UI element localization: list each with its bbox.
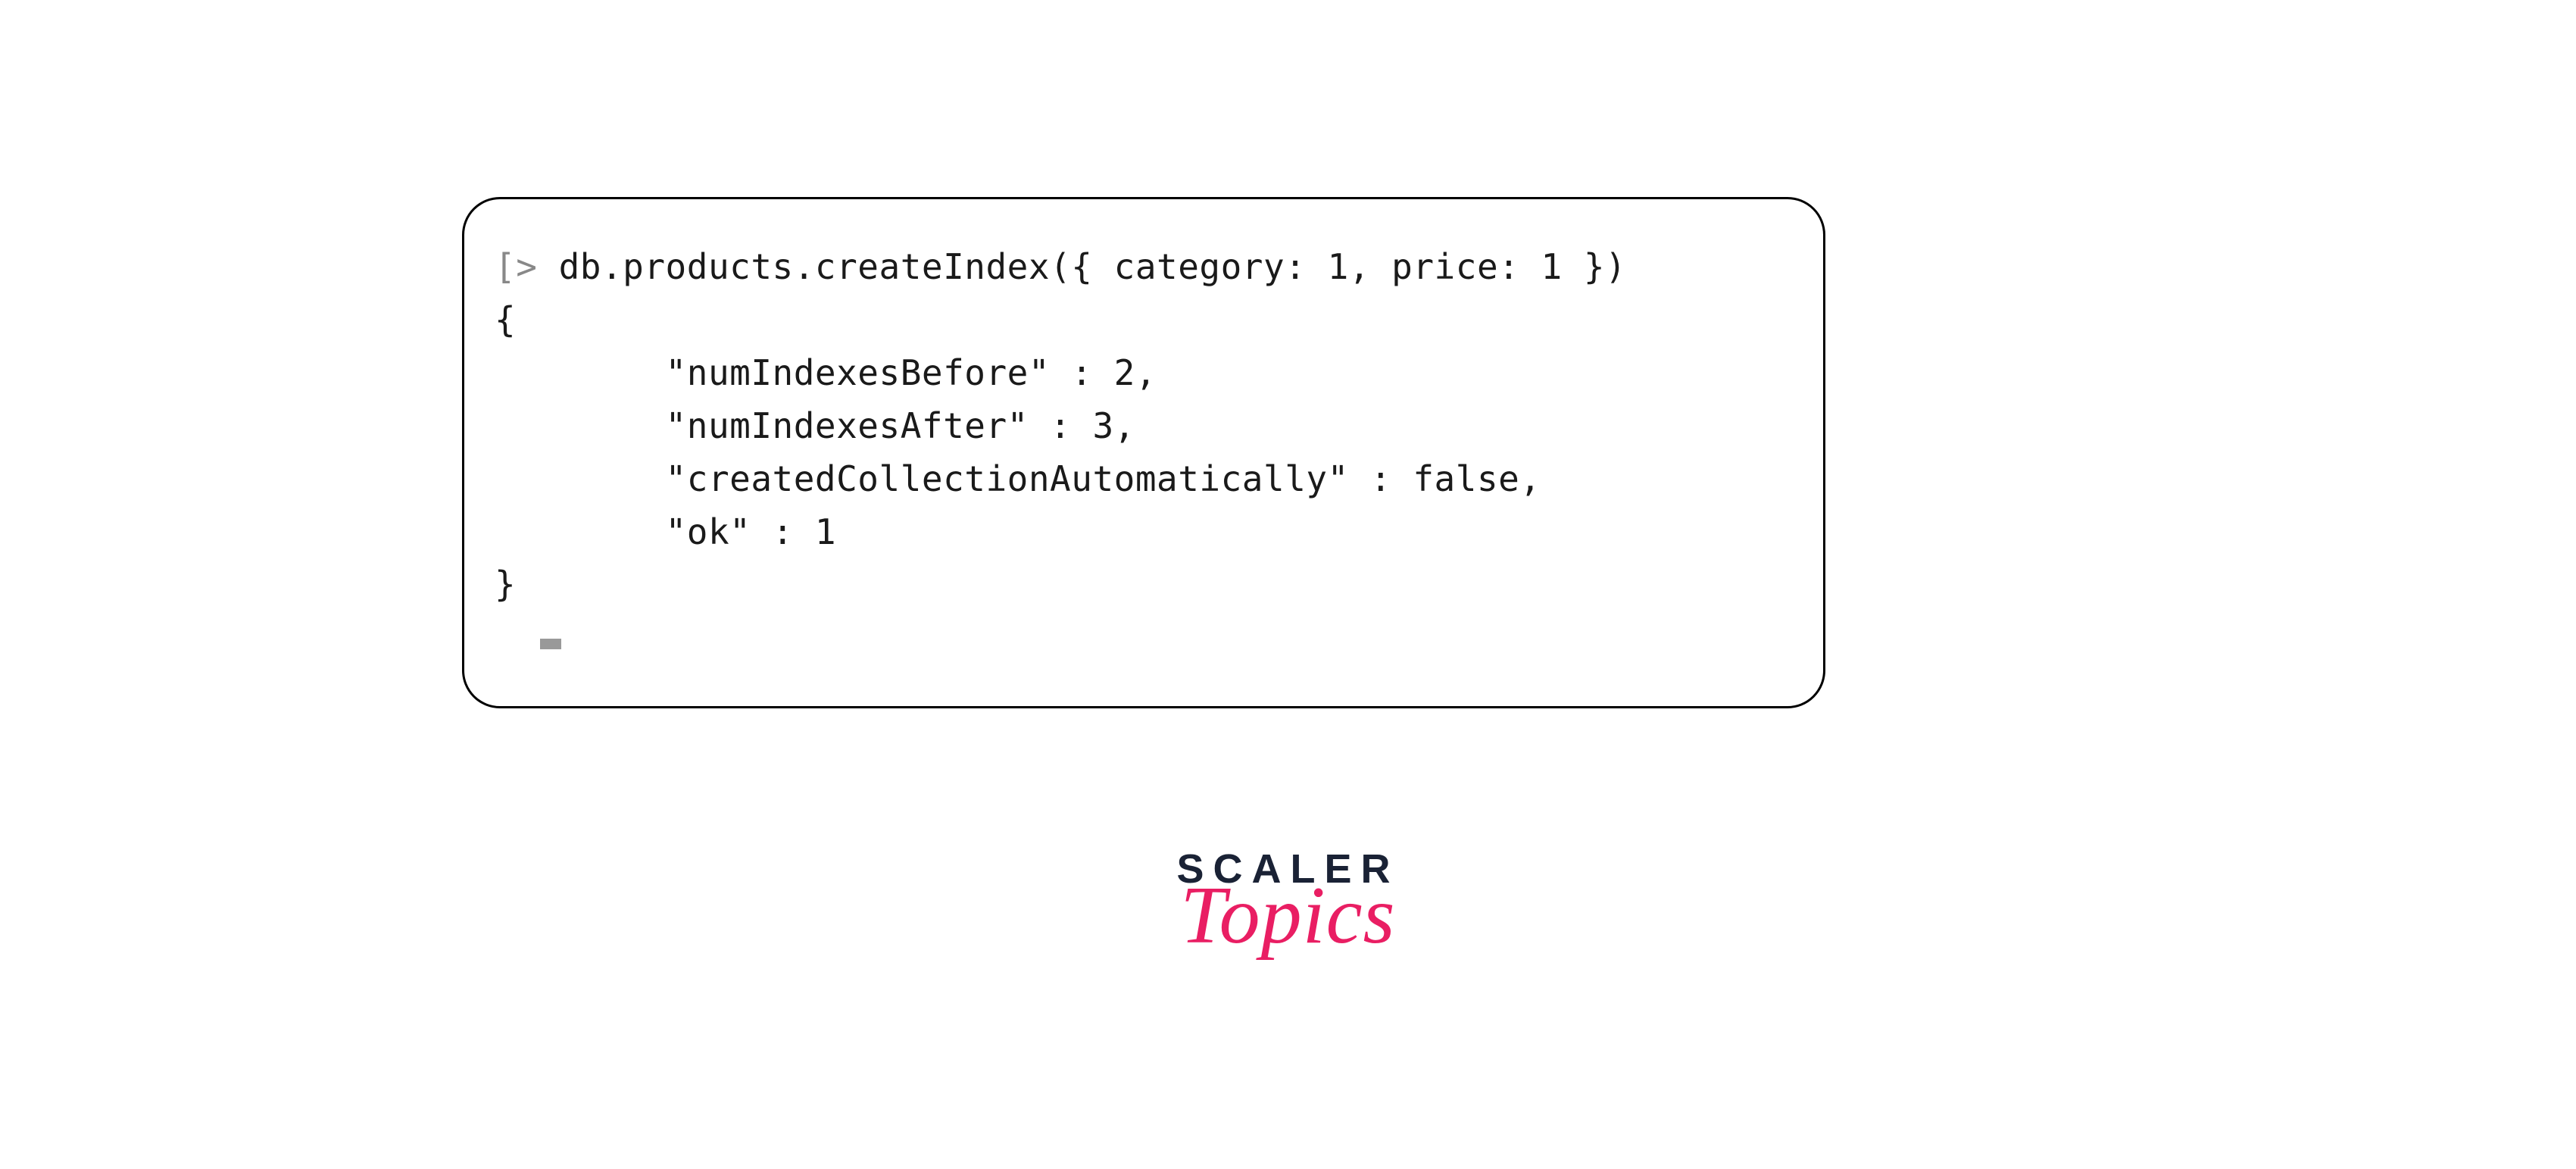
logo-text-secondary: Topics: [1176, 883, 1399, 949]
code-output-line-4: "ok" : 1: [495, 506, 1785, 559]
cursor-icon: [540, 639, 561, 649]
code-output-line-1: "numIndexesBefore" : 2,: [495, 347, 1785, 400]
command-text: db.products.createIndex({ category: 1, p…: [537, 246, 1626, 287]
prompt-marker: [>: [495, 246, 537, 287]
code-output-close: }: [495, 558, 1785, 611]
code-output-line-3: "createdCollectionAutomatically" : false…: [495, 453, 1785, 506]
code-command-line: [> db.products.createIndex({ category: 1…: [495, 241, 1785, 294]
code-output-line-2: "numIndexesAfter" : 3,: [495, 400, 1785, 453]
code-block: [> db.products.createIndex({ category: 1…: [462, 197, 1825, 708]
brand-logo: SCALER Topics: [1176, 849, 1399, 949]
cursor-line: [495, 611, 1785, 664]
code-output-open: {: [495, 294, 1785, 347]
